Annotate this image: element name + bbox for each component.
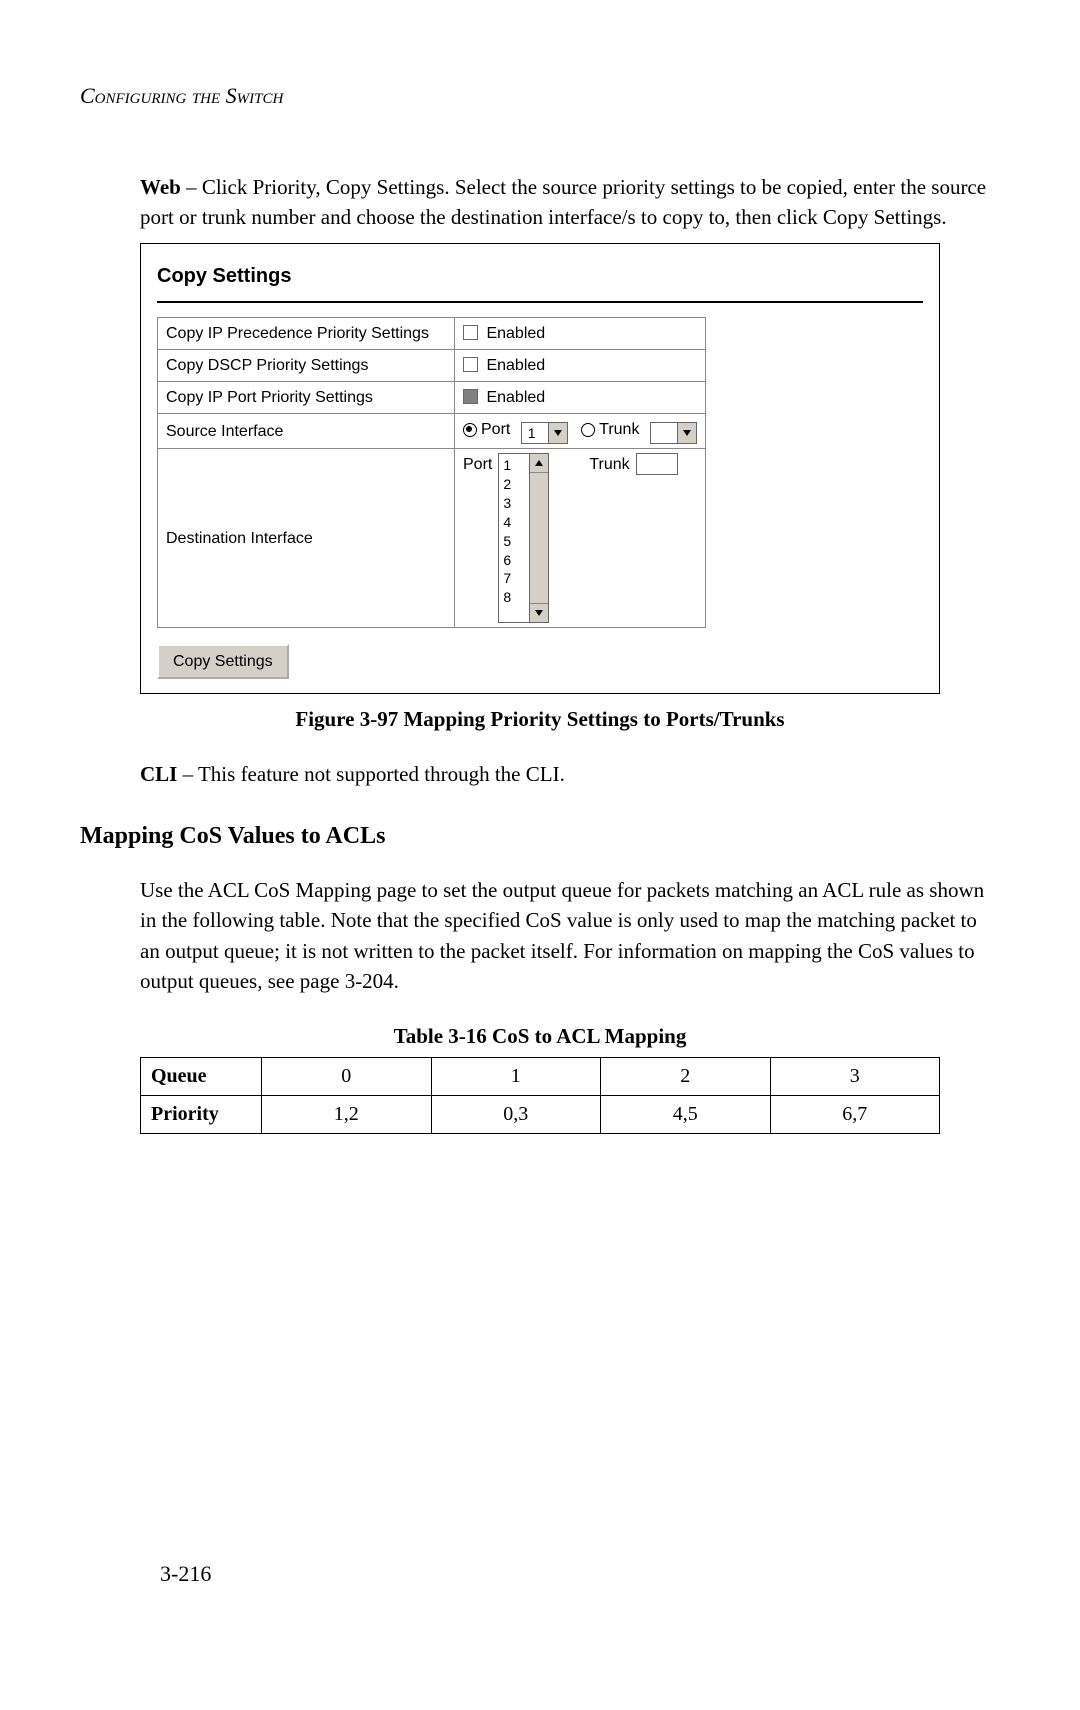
scrollbar[interactable] — [529, 454, 548, 622]
port-dropdown-value: 1 — [522, 423, 548, 443]
list-item[interactable]: 7 — [503, 569, 525, 588]
chevron-down-icon[interactable] — [677, 423, 696, 443]
row-ip-port: Copy IP Port Priority Settings Enabled — [158, 382, 706, 414]
checkbox-label-ip-precedence: Enabled — [486, 325, 545, 342]
radio-trunk-label: Trunk — [599, 418, 639, 441]
table-cell: 0,3 — [431, 1096, 601, 1134]
cos-mapping-table: Queue 0 1 2 3 Priority 1,2 0,3 4,5 6,7 — [140, 1057, 940, 1134]
radio-trunk[interactable] — [581, 423, 595, 437]
row-destination-interface: Destination Interface Port 1 2 3 4 — [158, 449, 706, 628]
radio-port[interactable] — [463, 423, 477, 437]
table-cell: 6,7 — [770, 1096, 940, 1134]
dest-port-listbox[interactable]: 1 2 3 4 5 6 7 8 — [498, 453, 549, 623]
intro-lead: Web — [140, 175, 181, 199]
row-source-interface: Source Interface Port 1 Trunk — [158, 414, 706, 449]
checkbox-ip-port[interactable] — [463, 389, 478, 404]
radio-port-label: Port — [481, 418, 510, 441]
list-item[interactable]: 6 — [503, 551, 525, 570]
dest-port-label: Port — [463, 453, 492, 476]
list-item[interactable]: 8 — [503, 588, 525, 607]
dest-trunk-column: Trunk — [589, 453, 677, 623]
settings-table: Copy IP Precedence Priority Settings Ena… — [157, 317, 706, 628]
label-ip-precedence: Copy IP Precedence Priority Settings — [158, 317, 455, 349]
chevron-down-icon[interactable] — [548, 423, 567, 443]
running-header: Configuring the Switch — [80, 80, 1000, 112]
table-cell: 0 — [262, 1058, 432, 1096]
label-ip-port: Copy IP Port Priority Settings — [158, 382, 455, 414]
divider — [157, 301, 923, 303]
table-caption: Table 3-16 CoS to ACL Mapping — [80, 1021, 1000, 1051]
panel-title: Copy Settings — [157, 262, 923, 291]
list-item[interactable]: 3 — [503, 494, 525, 513]
list-item[interactable]: 1 — [503, 456, 525, 475]
dest-port-column: Port 1 2 3 4 5 6 7 8 — [463, 453, 549, 623]
cli-paragraph: CLI – This feature not supported through… — [140, 759, 1000, 789]
dest-port-items[interactable]: 1 2 3 4 5 6 7 8 — [499, 454, 529, 622]
intro-text: – Click Priority, Copy Settings. Select … — [140, 175, 986, 229]
table-row: Priority 1,2 0,3 4,5 6,7 — [141, 1096, 940, 1134]
table-cell: 3 — [770, 1058, 940, 1096]
dest-trunk-label: Trunk — [589, 453, 629, 476]
table-cell: 4,5 — [601, 1096, 771, 1134]
scroll-down-icon[interactable] — [530, 603, 548, 622]
label-source-interface: Source Interface — [158, 414, 455, 449]
intro-paragraph: Web – Click Priority, Copy Settings. Sel… — [140, 172, 1000, 233]
scroll-up-icon[interactable] — [530, 454, 548, 473]
list-item[interactable]: 2 — [503, 475, 525, 494]
page-number: 3-216 — [160, 1558, 211, 1590]
table-cell: 1 — [431, 1058, 601, 1096]
cli-lead: CLI — [140, 762, 177, 786]
row-header-queue: Queue — [141, 1058, 262, 1096]
port-dropdown[interactable]: 1 — [521, 422, 568, 444]
checkbox-dscp[interactable] — [463, 357, 478, 372]
list-item[interactable]: 5 — [503, 532, 525, 551]
copy-settings-panel: Copy Settings Copy IP Precedence Priorit… — [140, 243, 940, 695]
table-cell: 1,2 — [262, 1096, 432, 1134]
dest-trunk-listbox[interactable] — [636, 453, 678, 475]
radio-port-wrap[interactable]: Port — [463, 418, 510, 441]
label-destination-interface: Destination Interface — [158, 449, 455, 628]
list-item[interactable]: 4 — [503, 513, 525, 532]
checkbox-label-ip-port: Enabled — [486, 389, 545, 406]
cli-text: – This feature not supported through the… — [177, 762, 564, 786]
table-cell: 2 — [601, 1058, 771, 1096]
section-body: Use the ACL CoS Mapping page to set the … — [140, 875, 1000, 997]
figure-caption: Figure 3-97 Mapping Priority Settings to… — [80, 704, 1000, 734]
trunk-dropdown-value — [651, 423, 677, 443]
row-header-priority: Priority — [141, 1096, 262, 1134]
copy-settings-button[interactable]: Copy Settings — [157, 644, 289, 679]
checkbox-ip-precedence[interactable] — [463, 325, 478, 340]
row-ip-precedence: Copy IP Precedence Priority Settings Ena… — [158, 317, 706, 349]
table-row: Queue 0 1 2 3 — [141, 1058, 940, 1096]
section-heading: Mapping CoS Values to ACLs — [80, 819, 1000, 854]
label-dscp: Copy DSCP Priority Settings — [158, 349, 455, 381]
trunk-dropdown[interactable] — [650, 422, 697, 444]
row-dscp: Copy DSCP Priority Settings Enabled — [158, 349, 706, 381]
checkbox-label-dscp: Enabled — [486, 357, 545, 374]
radio-trunk-wrap[interactable]: Trunk — [581, 418, 639, 441]
